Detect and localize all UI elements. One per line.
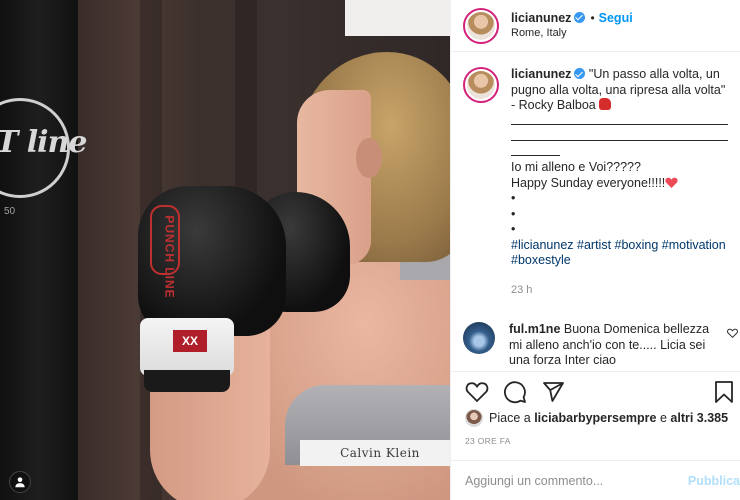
likes-prefix: Piace a bbox=[489, 411, 531, 425]
separator-dot: • bbox=[590, 10, 595, 25]
follow-button[interactable]: Segui bbox=[599, 11, 633, 25]
caption-time: 23 h bbox=[511, 283, 533, 296]
caption-author: - Rocky Balboa bbox=[511, 98, 596, 112]
caption-bullet: • bbox=[511, 222, 516, 236]
post-sidebar: licianunez • Segui Rome, Italy licianunez … bbox=[450, 0, 740, 500]
post-photo[interactable]: T line 50 Calvin Klein PUNCH LINE XX bbox=[0, 0, 450, 500]
verified-icon bbox=[574, 11, 586, 23]
caption-bullet: • bbox=[511, 206, 516, 221]
glove-wrist bbox=[144, 370, 230, 392]
author-username[interactable]: licianunez bbox=[511, 11, 571, 25]
likes-summary[interactable]: Piace a liciabarbypersempre e altri 3.38… bbox=[465, 409, 728, 427]
likes-user[interactable]: liciabarbypersempre bbox=[534, 411, 656, 425]
author-avatar[interactable] bbox=[463, 7, 499, 44]
publish-button[interactable]: Pubblica bbox=[688, 474, 740, 488]
bookmark-icon[interactable] bbox=[712, 380, 736, 404]
verified-icon bbox=[574, 68, 586, 79]
glove-cuff-logo: XX bbox=[173, 330, 207, 352]
punching-bag bbox=[0, 0, 78, 500]
caption-username[interactable]: licianunez bbox=[511, 67, 571, 81]
author-info: licianunez • Segui Rome, Italy bbox=[511, 11, 633, 41]
punching-bag-brand: T line bbox=[0, 125, 87, 160]
sports-bra-band: Calvin Klein bbox=[300, 440, 450, 466]
comment-input[interactable] bbox=[465, 473, 678, 488]
likes-middle: e bbox=[659, 411, 667, 425]
liker-avatar bbox=[465, 409, 483, 427]
caption-question: Io mi alleno e Voi????? bbox=[511, 160, 641, 174]
like-heart-icon[interactable] bbox=[465, 380, 489, 404]
post-caption: licianunez "Un passo alla volta, un pugn… bbox=[451, 52, 740, 298]
person-icon bbox=[15, 477, 25, 488]
caption-hashtags[interactable]: #licianunez #artist #boxing #motivation … bbox=[511, 238, 728, 269]
commenter-avatar[interactable] bbox=[463, 322, 495, 354]
caption-greeting: Happy Sunday everyone!!!!! bbox=[511, 175, 666, 190]
likes-others[interactable]: altri 3.385 bbox=[670, 411, 728, 425]
comment-text: ful.m1ne Buona Domenica bellezza mi alle… bbox=[509, 322, 719, 369]
boxing-glove-icon bbox=[599, 98, 612, 110]
location-link[interactable]: Rome, Italy bbox=[511, 26, 633, 41]
heart-icon bbox=[665, 177, 678, 188]
comment-like-icon[interactable] bbox=[727, 328, 738, 338]
caption-text: licianunez "Un passo alla volta, un pugn… bbox=[511, 67, 728, 298]
tagged-user-icon[interactable] bbox=[9, 471, 31, 493]
commenter-username[interactable]: ful.m1ne bbox=[509, 322, 560, 336]
caption-avatar[interactable] bbox=[463, 67, 499, 103]
punching-bag-number: 50 bbox=[4, 206, 16, 217]
glove-brand: PUNCH LINE bbox=[162, 215, 177, 299]
caption-bullet: • bbox=[511, 191, 516, 205]
post-header: licianunez • Segui Rome, Italy bbox=[451, 0, 740, 52]
caption-underline bbox=[511, 129, 728, 145]
window-light bbox=[345, 0, 450, 36]
share-icon[interactable] bbox=[541, 380, 565, 404]
caption-underline bbox=[511, 145, 728, 161]
post-timestamp: 23 ORE FA bbox=[465, 436, 511, 446]
woman-ear bbox=[356, 138, 382, 178]
add-comment-bar: Pubblica bbox=[451, 460, 740, 500]
caption-underline bbox=[511, 114, 728, 130]
comment-icon[interactable] bbox=[503, 380, 527, 404]
action-bar bbox=[451, 371, 740, 411]
instagram-post: T line 50 Calvin Klein PUNCH LINE XX lic… bbox=[0, 0, 740, 500]
comment-item: ful.m1ne Buona Domenica bellezza mi alle… bbox=[451, 298, 740, 369]
